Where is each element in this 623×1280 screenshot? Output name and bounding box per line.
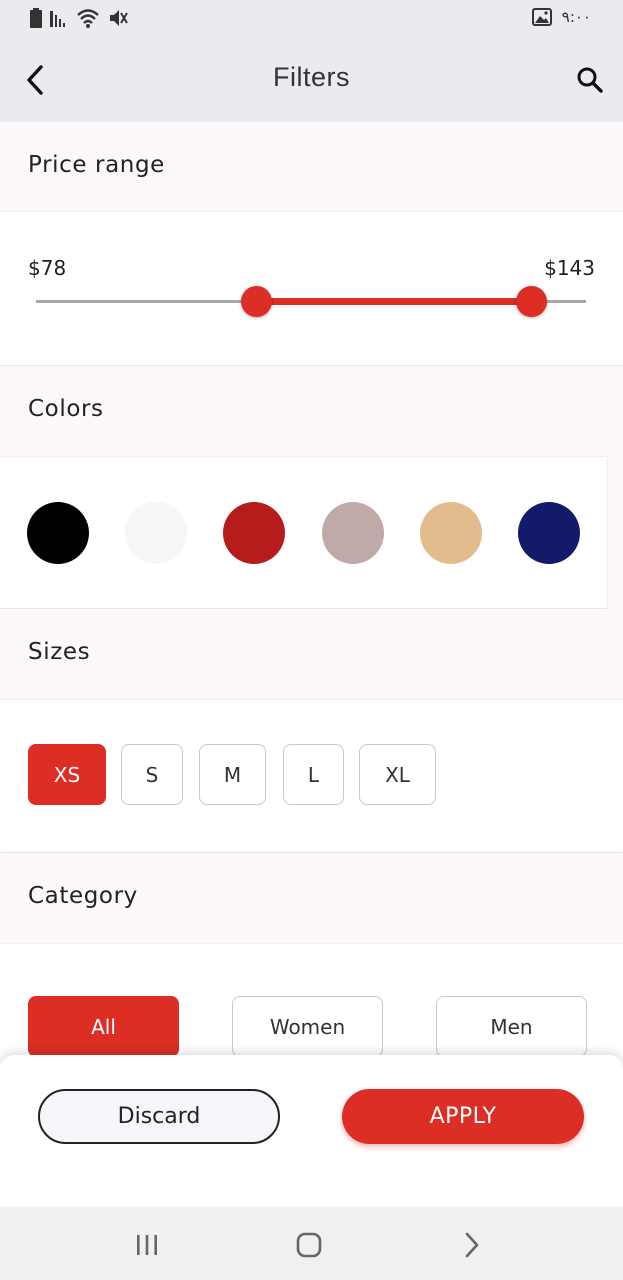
app-bar: Filters [0, 38, 623, 122]
status-bar: ٩:٠٠ [0, 0, 623, 38]
search-icon [577, 67, 603, 93]
color-swatch-black[interactable] [27, 502, 89, 564]
battery-icon [30, 8, 42, 28]
home-button[interactable] [289, 1225, 329, 1265]
sizes-title: Sizes [28, 639, 91, 665]
recent-apps-icon [137, 1235, 157, 1255]
category-chip-women[interactable]: Women [232, 996, 383, 1057]
price-slider-range [256, 298, 531, 305]
size-chip-s[interactable]: S [121, 744, 183, 805]
category-chip-all[interactable]: All [28, 996, 179, 1057]
recent-apps-button[interactable] [127, 1225, 167, 1265]
color-swatch-beige[interactable] [420, 502, 482, 564]
price-slider-min-thumb[interactable] [240, 286, 272, 317]
gallery-icon [531, 8, 552, 26]
apply-button[interactable]: APPLY [342, 1089, 584, 1144]
mute-icon [110, 10, 128, 26]
price-max-label: $143 [544, 256, 595, 280]
price-range-title: Price range [28, 152, 165, 178]
price-slider-max-thumb[interactable] [515, 286, 547, 317]
page-title: Filters [273, 62, 350, 92]
size-chip-xs[interactable]: XS [28, 744, 106, 805]
color-swatch-taupe[interactable] [322, 502, 384, 564]
discard-button[interactable]: Discard [38, 1089, 280, 1144]
category-chip-men[interactable]: Men [436, 996, 587, 1057]
price-range-header: Price range [0, 122, 623, 212]
category-header: Category [0, 853, 623, 943]
category-title: Category [28, 883, 138, 909]
color-swatch-navy[interactable] [518, 502, 580, 564]
back-nav-button[interactable] [452, 1225, 492, 1265]
size-chip-l[interactable]: L [283, 744, 344, 805]
action-bar: Discard APPLY [0, 1055, 623, 1207]
status-time: ٩:٠٠ [561, 8, 591, 26]
colors-title: Colors [28, 396, 104, 422]
wifi-icon [77, 9, 99, 28]
size-chip-xl[interactable]: XL [359, 744, 436, 805]
sizes-card: XS S M L XL [0, 700, 623, 852]
colors-card [0, 457, 607, 608]
search-button[interactable] [573, 60, 607, 100]
signal-icon [50, 11, 65, 27]
chevron-right-icon [465, 1232, 479, 1258]
price-min-label: $78 [28, 256, 67, 280]
home-icon [296, 1232, 322, 1258]
price-range-card: $78 $143 [0, 212, 623, 365]
color-swatch-red[interactable] [223, 502, 285, 564]
status-icons-left [30, 8, 128, 28]
sizes-header: Sizes [0, 609, 623, 699]
color-swatch-white[interactable] [125, 502, 187, 564]
colors-header: Colors [0, 366, 623, 456]
system-nav-bar [0, 1207, 623, 1280]
size-chip-m[interactable]: M [199, 744, 266, 805]
status-icons-right: ٩:٠٠ [531, 8, 591, 26]
